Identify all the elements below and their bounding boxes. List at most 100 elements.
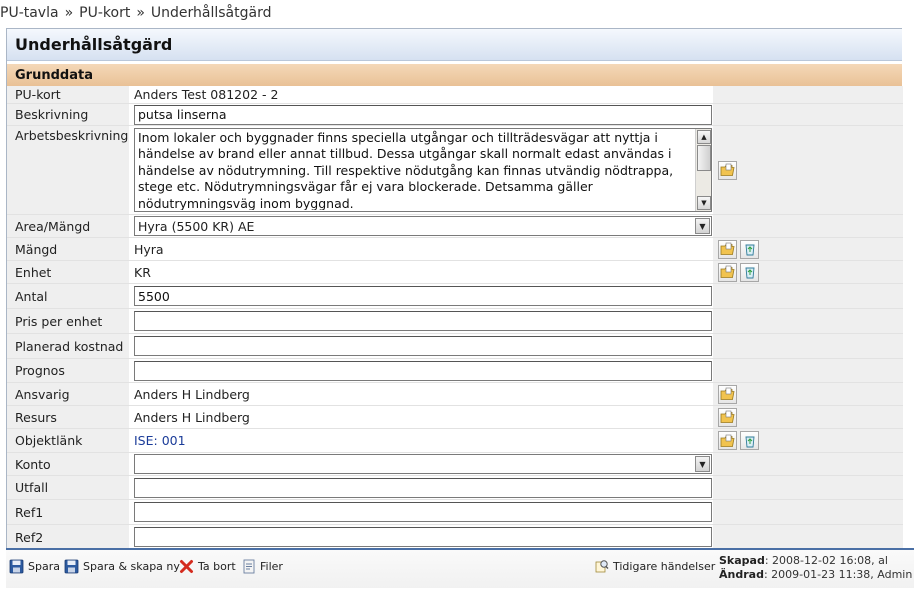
breadcrumb-pu-kort[interactable]: PU-kort	[79, 5, 130, 21]
files-label: Filer	[260, 560, 283, 573]
field-label: Ref1	[7, 500, 129, 524]
pris-cell	[134, 309, 714, 333]
breadcrumb-pu-tavla[interactable]: PU-tavla	[0, 5, 59, 21]
utfall-input[interactable]	[134, 477, 712, 498]
history-label: Tidigare händelser	[613, 560, 716, 573]
row-actions	[713, 500, 903, 524]
textarea-scrollbar[interactable]: ▲ ▼	[695, 129, 711, 211]
area-selected-value: Hyra (5500 KR) AE	[138, 218, 255, 234]
chevron-down-icon[interactable]: ▼	[695, 218, 710, 234]
ansvarig-value: Anders H Lindberg	[134, 386, 250, 402]
scroll-up-button[interactable]: ▲	[697, 130, 711, 144]
row-pris: Pris per enhet	[7, 309, 903, 334]
ref2-input[interactable]	[134, 527, 712, 547]
konto-select[interactable]: ▼	[134, 454, 712, 474]
ansvarig-pick-button[interactable]	[718, 384, 737, 404]
row-arbetsbeskrivning: Arbetsbeskrivning Inom lokaler och byggn…	[7, 126, 903, 215]
created-label: Skapad	[719, 554, 765, 567]
antal-input[interactable]	[134, 286, 712, 306]
scroll-thumb[interactable]	[697, 145, 711, 171]
created-value: : 2008-12-02 16:08, al	[764, 554, 888, 567]
objektlank-clear-button[interactable]	[740, 431, 759, 450]
mangd-value: Hyra	[134, 241, 164, 257]
row-area: Area/Mängd Hyra (5500 KR) AE ▼	[7, 215, 903, 238]
folder-pick-icon	[720, 242, 735, 255]
row-actions	[713, 429, 903, 452]
field-label: Mängd	[7, 238, 129, 260]
changed-label: Ändrad	[719, 568, 764, 581]
recycle-clear-icon	[745, 244, 754, 256]
row-konto: Konto ▼	[7, 453, 903, 476]
resurs-pick-button[interactable]	[718, 407, 737, 427]
folder-pick-icon	[720, 387, 735, 400]
ref1-input[interactable]	[134, 502, 712, 522]
folder-pick-icon	[720, 265, 735, 278]
prognos-input[interactable]	[134, 360, 712, 381]
mangd-clear-button[interactable]	[740, 239, 759, 259]
beskrivning-input[interactable]	[134, 104, 712, 125]
area-cell: Hyra (5500 KR) AE ▼	[134, 215, 714, 237]
enhet-pick-button[interactable]	[718, 262, 737, 282]
field-label: Resurs	[7, 406, 129, 428]
field-label: Area/Mängd	[7, 215, 129, 237]
form-panel: Underhållsåtgärd Grunddata PU-kort Ander…	[6, 28, 903, 583]
breadcrumb-current: Underhållsåtgärd	[150, 5, 272, 21]
field-label: Beskrivning	[7, 104, 129, 125]
footer-toolbar: Spara Spara & skapa ny Ta bort Filer Tid…	[6, 548, 914, 588]
save-button[interactable]: Spara	[9, 559, 60, 574]
row-actions	[713, 309, 903, 333]
row-actions	[713, 334, 903, 358]
red-x-icon	[180, 560, 193, 573]
row-actions	[713, 261, 903, 283]
save-new-button[interactable]: Spara & skapa ny	[64, 559, 180, 574]
row-pukort: PU-kort Anders Test 081202 - 2	[7, 86, 903, 104]
chevron-down-icon[interactable]: ▼	[695, 456, 710, 472]
field-label: Ansvarig	[7, 383, 129, 405]
resurs-value: Anders H Lindberg	[134, 409, 250, 425]
enhet-clear-button[interactable]	[740, 262, 759, 282]
pris-input[interactable]	[134, 311, 712, 331]
row-actions	[713, 525, 903, 549]
field-label: Utfall	[7, 476, 129, 499]
objektlank-pick-button[interactable]	[718, 431, 737, 450]
prognos-cell	[134, 359, 714, 382]
delete-button[interactable]: Ta bort	[179, 559, 236, 574]
arbetsbeskrivning-pick-button[interactable]	[718, 160, 737, 180]
created-line: Skapad: 2008-12-02 16:08, al	[719, 554, 912, 568]
row-actions	[713, 238, 903, 260]
arbetsbeskrivning-text: Inom lokaler och byggnader finns speciel…	[138, 130, 674, 210]
row-actions	[713, 284, 903, 308]
save-new-label: Spara & skapa ny	[83, 560, 180, 573]
field-label: Enhet	[7, 261, 129, 283]
ref1-cell	[134, 500, 714, 524]
planerad-input[interactable]	[134, 336, 712, 356]
folder-pick-icon	[720, 434, 735, 447]
objektlank-link[interactable]: ISE: 001	[134, 429, 714, 452]
section-title: Grunddata	[7, 64, 902, 86]
row-actions	[713, 383, 903, 405]
field-label: Antal	[7, 284, 129, 308]
scroll-down-button[interactable]: ▼	[697, 196, 711, 210]
row-prognos: Prognos	[7, 359, 903, 383]
arbetsbeskrivning-textarea[interactable]: Inom lokaler och byggnader finns speciel…	[134, 128, 712, 212]
row-actions	[713, 476, 903, 499]
breadcrumb-separator: »	[64, 5, 74, 21]
pukort-value: Anders Test 081202 - 2	[134, 87, 279, 102]
utfall-cell	[134, 476, 714, 499]
arbetsbeskrivning-cell: Inom lokaler och byggnader finns speciel…	[134, 126, 714, 214]
row-actions	[713, 359, 903, 382]
mangd-pick-button[interactable]	[718, 239, 737, 259]
breadcrumb-separator: »	[136, 5, 145, 21]
field-label: PU-kort	[7, 86, 129, 103]
breadcrumb: PU-tavla » PU-kort » Underhållsåtgärd	[0, 3, 272, 23]
field-label: Objektlänk	[7, 429, 129, 452]
changed-value: : 2009-01-23 11:38, Admin	[763, 568, 913, 581]
history-button[interactable]: Tidigare händelser	[594, 559, 715, 574]
area-select[interactable]: Hyra (5500 KR) AE ▼	[134, 216, 712, 236]
files-button[interactable]: Filer	[242, 559, 283, 574]
folder-pick-icon	[720, 163, 735, 176]
row-objektlank: Objektlänk ISE: 001	[7, 429, 903, 453]
antal-cell	[134, 284, 714, 308]
row-ref1: Ref1	[7, 500, 903, 525]
magnifier-history-icon	[595, 560, 609, 573]
